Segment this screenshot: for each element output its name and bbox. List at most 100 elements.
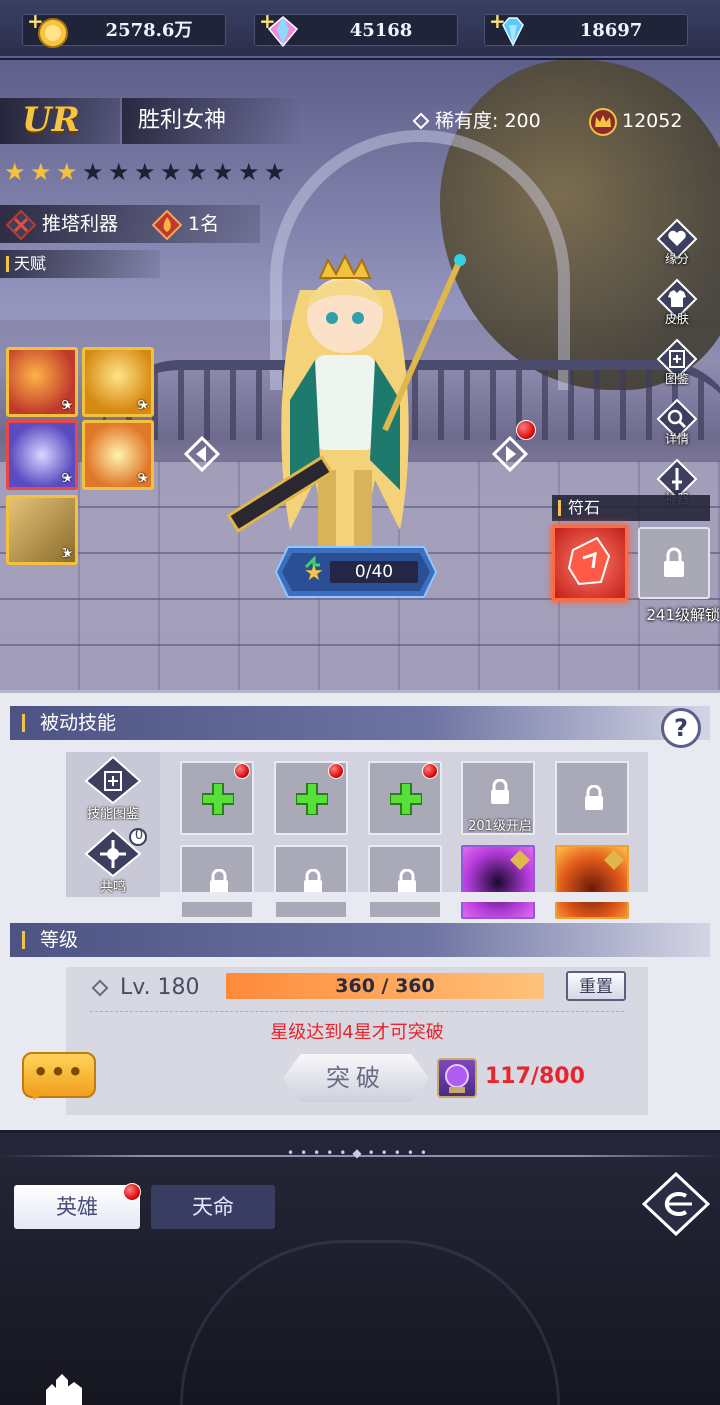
notification-dot — [422, 763, 438, 779]
resonance-label: 共鸣 — [99, 880, 126, 895]
lock-icon — [664, 547, 684, 577]
power-info: 12052 — [588, 104, 682, 138]
gold-counter[interactable]: + 2578.6万 — [22, 9, 226, 48]
help-button[interactable]: ? — [661, 708, 701, 748]
rune-stone-icon — [567, 536, 611, 586]
hero-detail-screen: { "currency": { "gold": "2578.6万", "crys… — [0, 0, 720, 1405]
star-icon: ★ — [130, 471, 149, 485]
passive-slot-4[interactable]: 201级开启 — [461, 761, 535, 835]
skin-button[interactable]: 皮肤 — [652, 278, 702, 328]
skin-label: 皮肤 — [664, 312, 689, 326]
bond-label: 缘分 — [664, 252, 689, 266]
passive-skill-header: 被动技能 — [10, 706, 710, 740]
star-empty-icon: ★ — [108, 158, 130, 186]
skill-rank-badge-icon — [604, 850, 624, 870]
breakthrough-cost: 117/800 — [485, 1064, 585, 1089]
star-icon: ★ — [54, 398, 73, 412]
level-info: Lv. 180 — [91, 973, 200, 1003]
tab-hero[interactable]: 英雄 — [14, 1185, 140, 1229]
breakthrough-button[interactable]: 突破 — [283, 1054, 429, 1102]
star-empty-icon: ★ — [160, 158, 182, 186]
rarity-label: 稀有度: — [435, 110, 499, 132]
rarity-value: 200 — [504, 110, 541, 132]
skill-rank-badge-icon — [510, 850, 530, 870]
details-label: 详情 — [664, 432, 689, 446]
power-value: 12052 — [622, 110, 683, 132]
star-filled-icon: ★ — [56, 158, 78, 186]
bond-button[interactable]: 缘分 — [652, 218, 702, 268]
codex-book-icon — [84, 755, 142, 805]
passive-slot-6[interactable] — [180, 845, 254, 919]
breakthrough-warning: 星级达到4星才可突破 — [270, 1022, 444, 1043]
rune-slot-2[interactable] — [638, 527, 710, 599]
xp-bar: 360 / 360 — [226, 973, 544, 999]
xp-text: 360 / 360 — [335, 975, 435, 997]
crystal-counter[interactable]: + 45168 — [254, 9, 458, 48]
talent-skill-5[interactable]: 1 ★ — [6, 495, 78, 565]
add-diamond-icon[interactable]: + — [489, 9, 506, 33]
breakthrough-orb-icon — [437, 1058, 477, 1098]
castle-icon — [46, 1374, 82, 1405]
star-icon: ★ — [130, 398, 149, 412]
star-empty-icon: ★ — [134, 158, 156, 186]
skill-codex-button[interactable]: 技能图鉴 — [78, 755, 148, 825]
codex-button[interactable]: 图鉴 — [652, 338, 702, 388]
plus-icon — [296, 783, 328, 815]
level-value: Lv. 180 — [120, 975, 200, 1000]
diamond-bullet-icon — [412, 112, 430, 130]
return-icon[interactable] — [642, 1172, 710, 1236]
reset-button[interactable]: 重置 — [566, 971, 626, 1001]
lock-icon — [585, 785, 603, 810]
chat-bubble-icon: ••• — [32, 1058, 86, 1086]
passive-slot-7[interactable] — [274, 845, 348, 919]
gold-value: 2578.6万 — [105, 20, 193, 41]
rune-unlock-note: 241级解锁 — [646, 606, 720, 624]
divider — [90, 1011, 624, 1012]
tab-destiny[interactable]: 天命 — [151, 1185, 275, 1229]
role-tag-label: 推塔利器 — [42, 213, 119, 235]
hero-name: 胜利女神 — [122, 98, 302, 144]
star-rating: ★ ★ ★ ★ ★ ★ ★ ★ ★ ★ ★ — [4, 160, 288, 184]
grid-clip — [160, 892, 648, 902]
level-header: 等级 — [10, 923, 710, 957]
passive-slot-10[interactable] — [555, 845, 629, 919]
talent-skill-4[interactable]: 9 ★ — [82, 420, 154, 490]
star-filled-icon: ★ — [4, 158, 26, 186]
rank-tag[interactable]: 1名 — [152, 209, 220, 240]
rune-slot-1[interactable] — [552, 525, 628, 601]
star-empty-icon: ★ — [186, 158, 208, 186]
rarity-info: 稀有度: 200 — [412, 106, 541, 136]
star-upgrade-progress[interactable]: ★ — [274, 545, 438, 599]
talent-skill-3[interactable]: 9 ★ — [6, 420, 78, 490]
rune-title: 符石 — [552, 495, 710, 521]
slot-unlock-note: 201级开启 — [468, 819, 532, 834]
talent-skill-2[interactable]: 9 ★ — [82, 347, 154, 417]
resonance-button[interactable]: 0 共鸣 — [78, 828, 148, 896]
chat-button[interactable]: ••• — [22, 1052, 96, 1098]
star-empty-icon: ★ — [238, 158, 260, 186]
grade-badge: UR — [0, 98, 120, 144]
add-gold-icon[interactable]: + — [27, 9, 44, 33]
star-icon: ★ — [54, 546, 73, 560]
currency-bar: + 2578.6万 + 45168 + 18697 — [0, 0, 720, 58]
codex-label: 图鉴 — [664, 372, 689, 386]
tower-push-icon — [6, 209, 36, 240]
flame-icon — [152, 209, 182, 240]
role-tag[interactable]: 推塔利器 — [6, 209, 119, 240]
add-crystal-icon[interactable]: + — [259, 9, 276, 33]
notification-dot — [328, 763, 344, 779]
notification-dot — [234, 763, 250, 779]
passive-slot-8[interactable] — [368, 845, 442, 919]
previous-hero-icon[interactable] — [184, 436, 220, 472]
passive-slot-9[interactable] — [461, 845, 535, 919]
star-icon: ★ — [54, 471, 73, 485]
rank-tag-label: 1名 — [188, 213, 220, 235]
next-hero-icon[interactable] — [492, 436, 528, 472]
lock-icon — [491, 779, 509, 804]
diamond-counter[interactable]: + 18697 — [484, 9, 688, 47]
talent-title: 天赋 — [0, 250, 160, 278]
crown-icon — [589, 107, 617, 136]
details-button[interactable]: 详情 — [652, 398, 702, 448]
talent-skill-1[interactable]: 9 ★ — [6, 347, 78, 417]
passive-slot-5[interactable] — [555, 761, 629, 835]
